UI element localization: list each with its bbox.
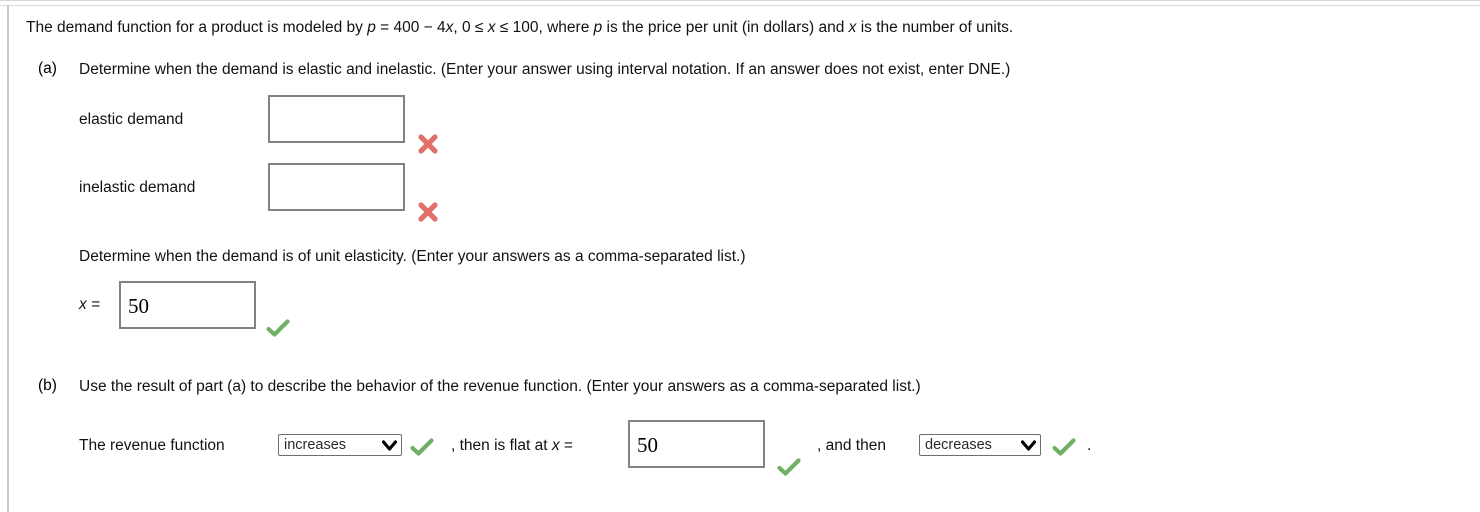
prompt-text-3: , 0 ≤ <box>453 19 488 36</box>
top-divider-secondary <box>0 5 1480 6</box>
chevron-down-icon <box>1011 439 1036 451</box>
dropdown-selected-value: decreases <box>925 437 992 453</box>
sentence-period: . <box>1087 437 1092 454</box>
part-a-label: (a) <box>38 60 57 77</box>
green-check-icon <box>777 458 801 476</box>
revenue-behavior-dropdown-second[interactable]: decreases <box>919 434 1041 456</box>
prompt-text-6: is the number of units. <box>856 19 1014 36</box>
green-check-icon <box>266 319 290 337</box>
variable-p-2: p <box>593 19 603 36</box>
dropdown-selected-value: increases <box>284 437 347 453</box>
elastic-demand-input[interactable] <box>268 95 405 143</box>
chevron-down-icon <box>372 439 397 451</box>
top-divider <box>0 0 1480 1</box>
part-b-label: (b) <box>38 377 57 394</box>
revenue-sentence-part-2-text: , then is flat at x = <box>451 437 573 454</box>
green-check-icon <box>410 438 434 456</box>
part-a-instructions: Determine when the demand is elastic and… <box>79 61 1011 78</box>
unit-elasticity-instructions: Determine when the demand is of unit ela… <box>79 248 746 265</box>
revenue-sentence-part-1: The revenue function <box>79 437 225 454</box>
prompt-text-4: ≤ 100, where <box>495 19 594 36</box>
revenue-sentence-part-2: , then is flat at x = <box>451 436 573 456</box>
prompt-text-5: is the price per unit (in dollars) and <box>602 19 849 36</box>
x-equals-label: x = <box>79 296 101 313</box>
green-check-icon <box>1052 438 1076 456</box>
prompt-text-2: = 400 − 4 <box>375 19 446 36</box>
problem-statement: The demand function for a product is mod… <box>26 18 1013 38</box>
unit-elasticity-input[interactable]: 50 <box>119 281 256 329</box>
left-divider <box>7 6 9 512</box>
red-x-icon <box>418 134 438 154</box>
inelastic-demand-label: inelastic demand <box>79 179 196 196</box>
flat-point-input[interactable]: 50 <box>628 420 765 468</box>
question-page: The demand function for a product is mod… <box>0 0 1480 512</box>
variable-x: x <box>551 437 560 454</box>
red-x-icon <box>418 202 438 222</box>
variable-x-2: x <box>487 19 496 36</box>
inelastic-demand-input[interactable] <box>268 163 405 211</box>
elastic-demand-label: elastic demand <box>79 111 184 128</box>
variable-p: p <box>367 19 376 36</box>
revenue-sentence-part-3: , and then <box>817 437 886 454</box>
revenue-behavior-dropdown-first[interactable]: increases <box>278 434 402 456</box>
prompt-text-1: The demand function for a product is mod… <box>26 19 368 36</box>
part-b-instructions: Use the result of part (a) to describe t… <box>79 378 921 395</box>
